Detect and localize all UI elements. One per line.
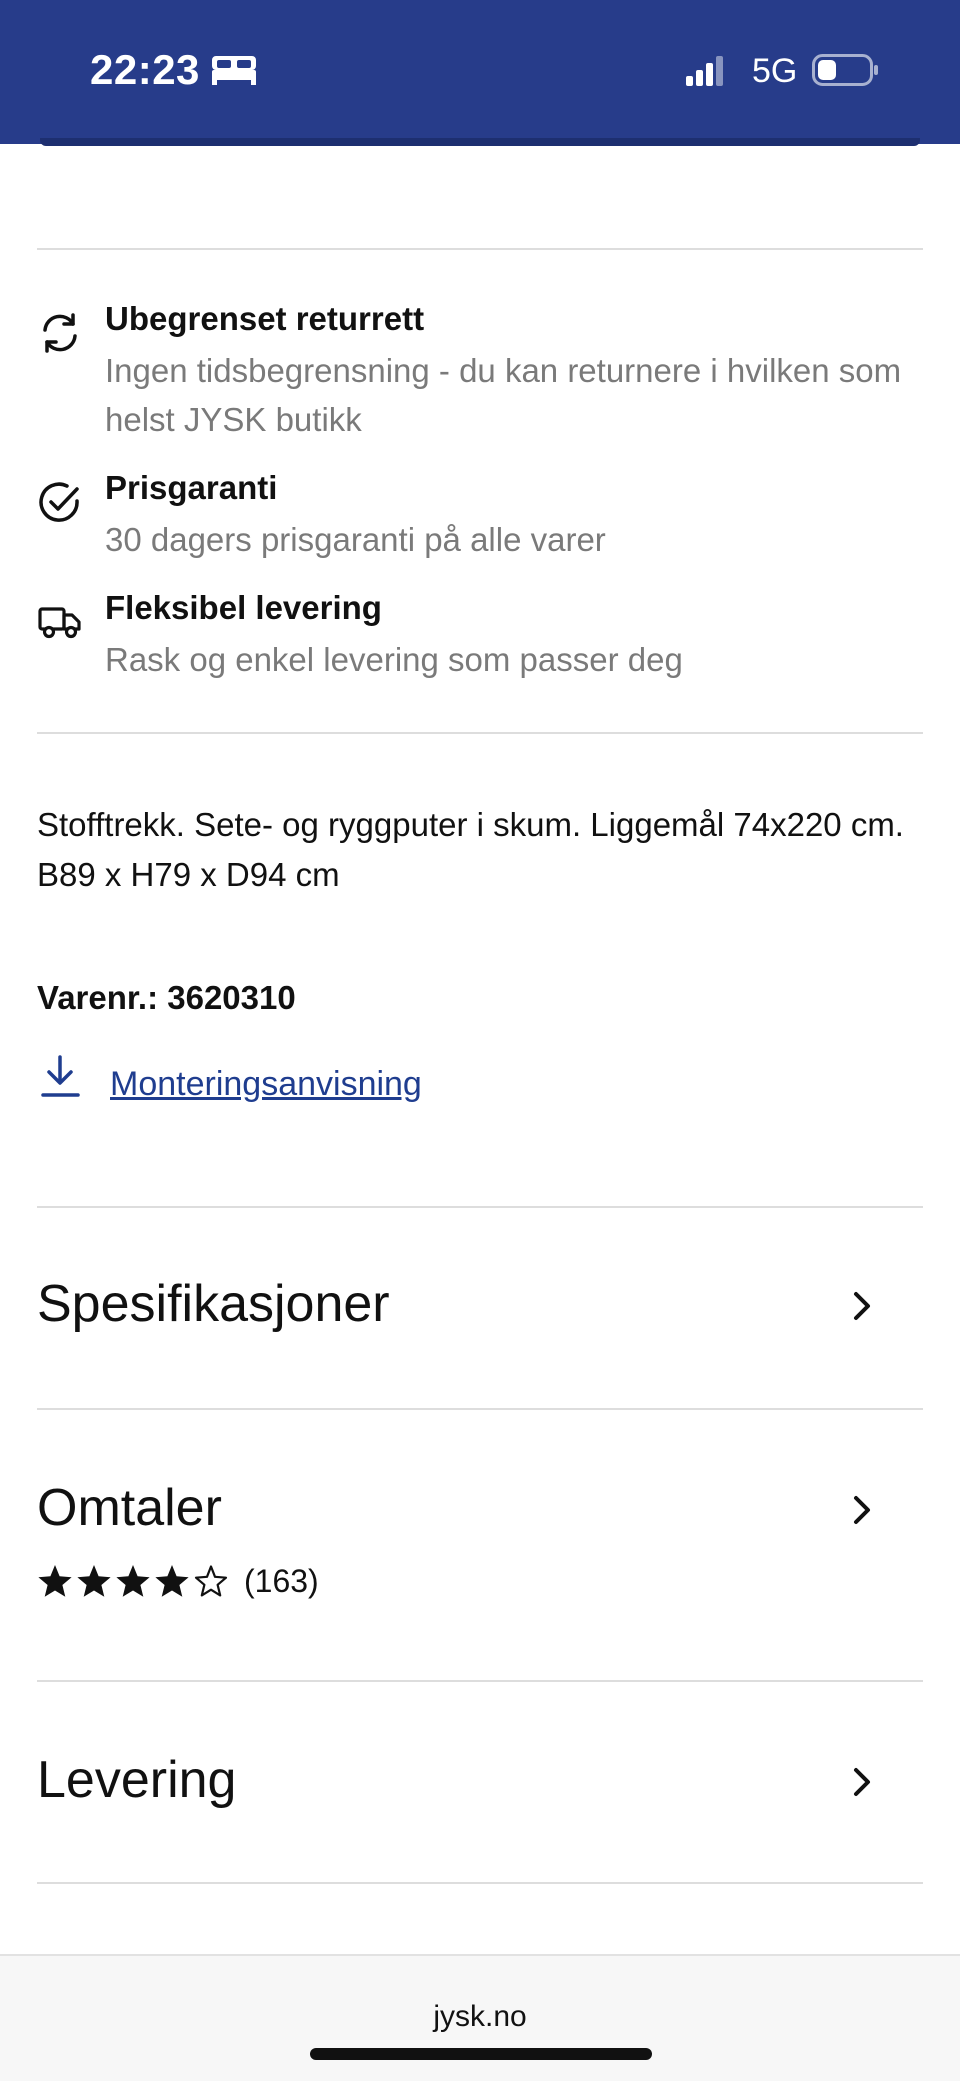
status-time: 22:23 [90, 46, 200, 93]
divider [37, 248, 923, 250]
signal-icon [686, 56, 723, 86]
review-count: (163) [244, 1563, 319, 1599]
star-empty-icon [194, 1565, 228, 1597]
status-bar: 22:23 5G [0, 0, 960, 144]
specifications-row[interactable]: Spesifikasjoner [37, 1240, 923, 1380]
divider [37, 1680, 923, 1682]
chevron-right-icon [854, 1496, 870, 1524]
battery-icon [812, 54, 878, 86]
home-indicator[interactable] [310, 2048, 652, 2060]
star-filled-icon [77, 1565, 111, 1597]
article-number: Varenr.: 3620310 [37, 979, 296, 1016]
chevron-right-icon [854, 1292, 870, 1320]
header-edge [40, 138, 920, 146]
divider [37, 1206, 923, 1208]
divider [37, 1882, 923, 1884]
star-filled-icon [38, 1565, 72, 1597]
benefit-title: Ubegrenset returrett [105, 300, 425, 337]
benefit-description: Ingen tidsbegrensning - du kan returnere… [105, 352, 902, 438]
benefit-description: 30 dagers prisgaranti på alle varer [105, 521, 606, 558]
benefit-title: Fleksibel levering [105, 589, 382, 626]
section-title-delivery: Levering [37, 1751, 237, 1809]
chevron-right-icon [854, 1768, 870, 1796]
download-icon[interactable] [40, 1054, 82, 1100]
assembly-instructions-link[interactable]: Monteringsanvisning [110, 1065, 422, 1104]
divider [37, 1408, 923, 1410]
benefit-description: Rask og enkel levering som passer deg [105, 641, 683, 678]
product-description: Stofftrekk. Sete- og ryggputer i skum. L… [37, 806, 904, 893]
section-title-reviews: Omtaler [37, 1479, 222, 1537]
star-filled-icon [116, 1565, 150, 1597]
divider [37, 732, 923, 734]
benefit-title: Prisgaranti [105, 469, 278, 506]
refresh-icon [43, 313, 77, 353]
delivery-row[interactable]: Levering [37, 1712, 923, 1852]
browser-url-bar[interactable]: jysk.no [0, 1954, 960, 2081]
url-text[interactable]: jysk.no [0, 2000, 960, 2034]
truck-icon [38, 607, 81, 639]
check-circle-icon [39, 482, 79, 522]
section-title-specifications: Spesifikasjoner [37, 1275, 390, 1333]
network-label: 5G [752, 52, 798, 90]
bed-icon [212, 56, 256, 85]
star-filled-icon [155, 1565, 189, 1597]
